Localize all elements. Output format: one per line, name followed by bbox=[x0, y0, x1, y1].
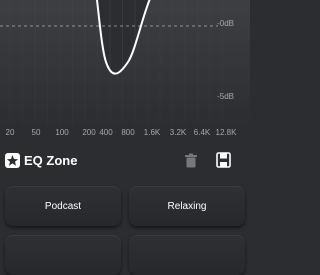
star-icon bbox=[5, 153, 20, 168]
freq-label: 800 bbox=[121, 128, 135, 137]
eq-curve-fill bbox=[0, 0, 250, 125]
freq-label: 200 bbox=[82, 128, 96, 137]
preset-button-podcast[interactable]: Podcast bbox=[5, 186, 121, 226]
freq-label: 400 bbox=[99, 128, 113, 137]
zone-title: EQ Zone bbox=[24, 153, 78, 168]
freq-label: 50 bbox=[31, 128, 41, 137]
trash-icon[interactable] bbox=[184, 153, 198, 168]
freq-label: 6.4K bbox=[193, 128, 211, 137]
freq-label: 12.8K bbox=[215, 128, 237, 137]
db-label-zero: -0dB bbox=[217, 19, 234, 28]
eq-zone-bar: EQ Zone bbox=[0, 146, 250, 174]
equalizer-graph[interactable]: -0dB -5dB bbox=[0, 0, 250, 125]
save-icon[interactable] bbox=[216, 152, 231, 168]
freq-label: 1.6K bbox=[143, 128, 161, 137]
preset-button-partial-left[interactable] bbox=[5, 235, 121, 275]
db-label-minus-five: -5dB bbox=[217, 92, 234, 101]
freq-label: 3.2K bbox=[169, 128, 187, 137]
freq-label: 100 bbox=[55, 128, 69, 137]
equalizer-canvas[interactable] bbox=[0, 0, 250, 125]
freq-label: 20 bbox=[5, 128, 15, 137]
preset-button-partial-right[interactable] bbox=[129, 235, 245, 275]
preset-button-relaxing[interactable]: Relaxing bbox=[129, 186, 245, 226]
frequency-labels: 20 50 100 200 400 800 1.6K 3.2K 6.4K 12.8K bbox=[0, 128, 250, 140]
